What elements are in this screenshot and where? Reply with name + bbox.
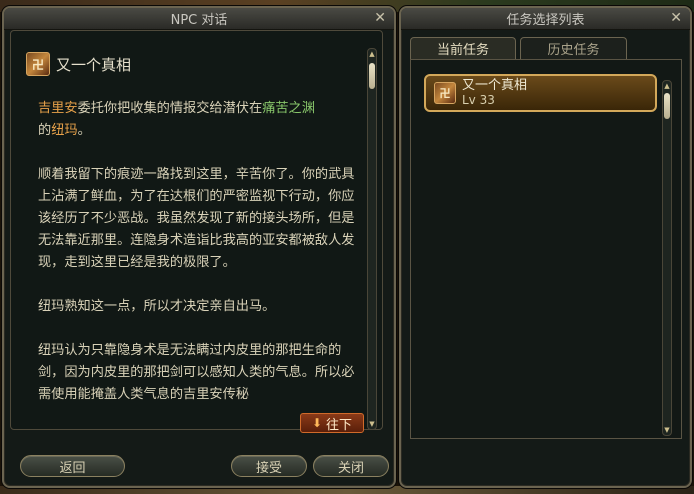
next-page-button[interactable]: ⬇ 往下 — [300, 413, 364, 433]
quest-list — [410, 59, 682, 439]
scroll-up-arrow-icon[interactable]: ▲ — [368, 50, 376, 58]
quest-window-title-bar[interactable]: 任务选择列表 ✕ — [401, 8, 690, 30]
intro-text-1: 委托你把收集的情报交给潜伏在 — [77, 101, 263, 116]
scroll-up-arrow-icon[interactable]: ▲ — [663, 82, 671, 90]
npc-window-title: NPC 对话 — [170, 13, 228, 28]
quest-list-scrollbar[interactable]: ▲ ▼ — [662, 80, 672, 436]
quest-window-close-icon[interactable]: ✕ — [670, 10, 682, 26]
back-button[interactable]: 返回 — [20, 455, 125, 477]
scroll-down-arrow-icon[interactable]: ▼ — [368, 420, 376, 428]
target-name-link[interactable]: 纽玛 — [51, 123, 77, 138]
dialog-paragraph: 顺着我留下的痕迹一路找到这里，辛苦你了。你的武具上沾满了鲜血，为了在达根们的严密… — [38, 167, 355, 270]
quest-item-text: 又一个真相 Lv 33 — [462, 78, 527, 108]
quest-list-scroll-thumb[interactable] — [664, 93, 670, 119]
quest-scroll-icon: 卍 — [26, 52, 50, 76]
accept-button[interactable]: 接受 — [231, 455, 307, 477]
quest-window-title: 任务选择列表 — [506, 13, 585, 28]
close-button[interactable]: 关闭 — [313, 455, 389, 477]
next-page-label: 往下 — [326, 417, 353, 433]
tab-history-quests[interactable]: 历史任务 — [520, 37, 627, 59]
npc-window-close-icon[interactable]: ✕ — [374, 10, 386, 26]
dialog-paragraph: 纽玛认为只靠隐身术是无法瞒过内皮里的那把生命的剑，因为内皮里的那把剑可以感知人类… — [38, 343, 355, 402]
dialog-intro-paragraph: 吉里安委托你把收集的情报交给潜伏在痛苦之渊的纽玛。 — [38, 98, 360, 142]
npc-name-link[interactable]: 吉里安 — [38, 101, 78, 116]
place-name-link[interactable]: 痛苦之渊 — [262, 101, 315, 116]
intro-text-2: 的 — [38, 123, 52, 138]
dialog-paragraph: 纽玛熟知这一点，所以才决定亲自出马。 — [38, 299, 276, 314]
dialog-quest-title: 又一个真相 — [56, 55, 132, 74]
arrow-down-icon: ⬇ — [311, 416, 323, 430]
quest-scroll-icon: 卍 — [434, 82, 456, 104]
scroll-down-arrow-icon[interactable]: ▼ — [663, 426, 671, 434]
quest-list-item[interactable]: 卍 又一个真相 Lv 33 — [424, 74, 657, 112]
tab-current-quests[interactable]: 当前任务 — [410, 37, 516, 59]
npc-window-title-bar[interactable]: NPC 对话 ✕ — [4, 8, 394, 30]
intro-text-3: 。 — [77, 123, 91, 138]
quest-item-level: Lv 33 — [462, 93, 495, 107]
dialog-scrollbar[interactable]: ▲ ▼ — [367, 48, 377, 430]
dialog-text: 吉里安委托你把收集的情报交给潜伏在痛苦之渊的纽玛。 顺着我留下的痕迹一路找到这里… — [38, 98, 360, 428]
dialog-quest-header: 卍 又一个真相 — [26, 52, 131, 76]
quest-item-name: 又一个真相 — [462, 78, 528, 93]
dialog-scroll-thumb[interactable] — [369, 63, 375, 89]
